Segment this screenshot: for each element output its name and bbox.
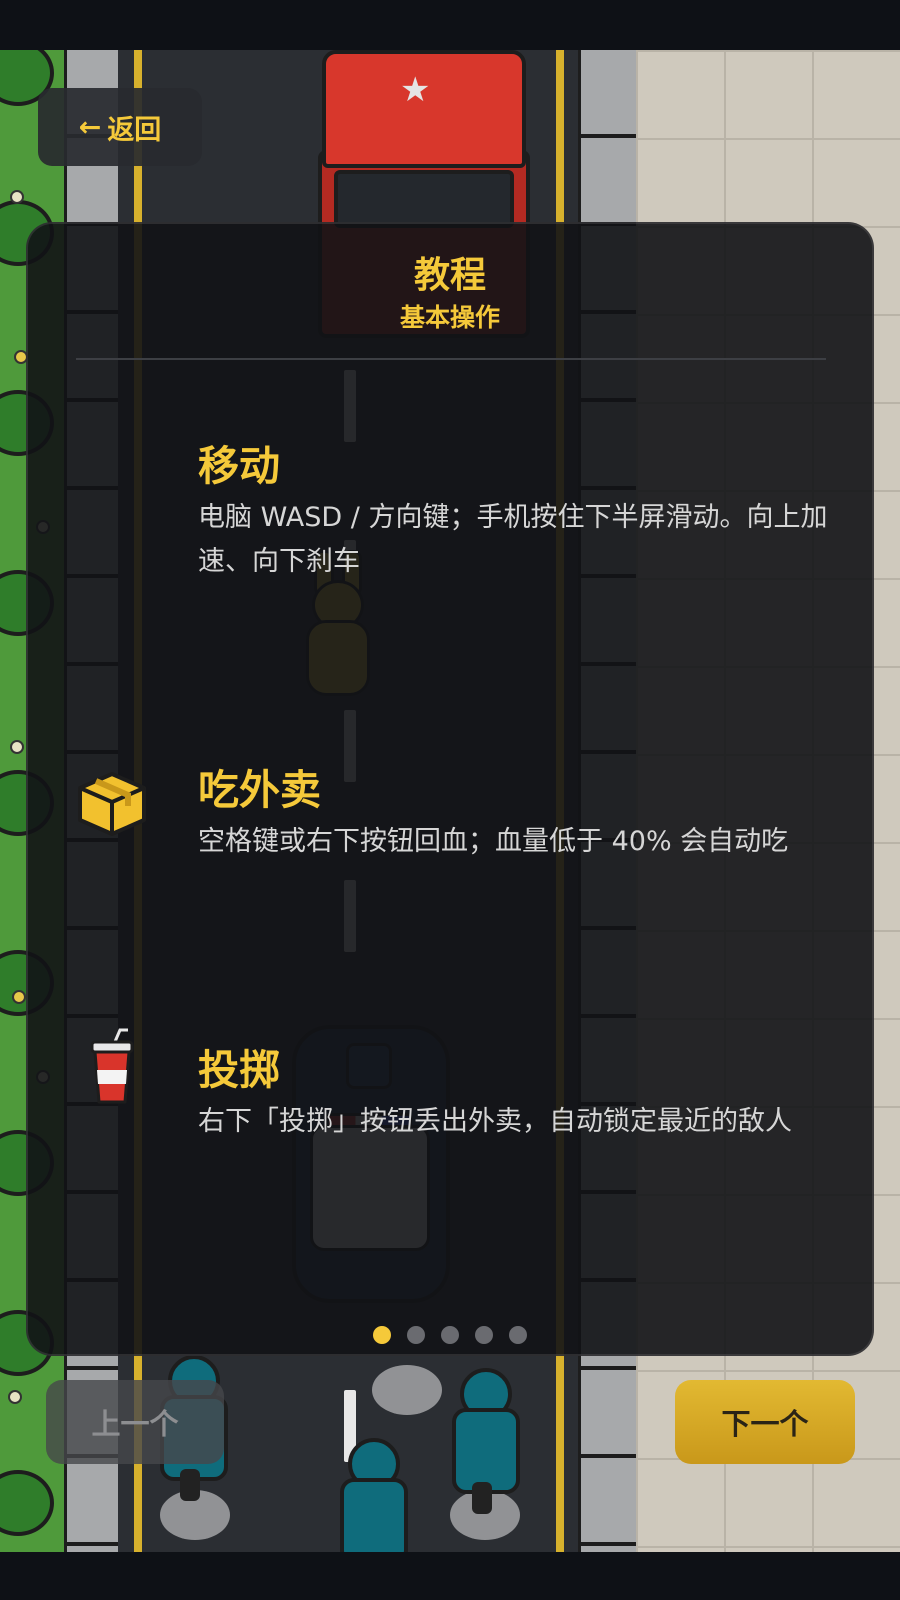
panel-title: 教程 [413,255,486,296]
back-arrow-icon: ← [78,111,102,143]
page-dot[interactable] [509,1326,527,1344]
section-description: 电脑 WASD / 方向键；手机按住下半屏滑动。向上加速、向下刹车 [198,502,828,577]
star-icon: ★ [400,70,431,110]
back-button-label: 返回 [107,114,162,146]
prev-button[interactable]: 上一个 [46,1380,224,1464]
page-indicator [28,1326,872,1344]
section-description: 右下「投掷」按钮丢出外卖，自动锁定最近的敌人 [198,1106,792,1137]
flower [12,990,26,1004]
page-dot[interactable] [407,1326,425,1344]
next-button[interactable]: 下一个 [675,1380,855,1464]
page-dot[interactable] [441,1326,459,1344]
section-description: 空格键或右下按钮回血；血量低于 40% 会自动吃 [198,826,789,857]
flower [10,190,24,204]
page-dot-active[interactable] [373,1326,391,1344]
flower [10,740,24,754]
section-title: 吃外卖 [198,766,321,814]
back-button[interactable]: ← 返回 [38,88,202,166]
page-dot[interactable] [475,1326,493,1344]
drink-cup-icon [90,1028,134,1104]
panel-subtitle: 基本操作 [399,303,500,332]
smoke-puff [372,1365,442,1415]
delivery-rider-sprite [336,1438,408,1552]
food-box-icon [78,772,146,836]
tutorial-panel: 教程 基本操作 移动 电脑 WASD / 方向键；手机按住下半屏滑动。向上加速、… [26,222,874,1356]
section-title: 移动 [198,442,280,490]
section-title: 投掷 [198,1046,280,1094]
bush [0,1470,54,1536]
flower [8,1390,22,1404]
delivery-rider-sprite [448,1368,520,1518]
divider [76,358,826,360]
